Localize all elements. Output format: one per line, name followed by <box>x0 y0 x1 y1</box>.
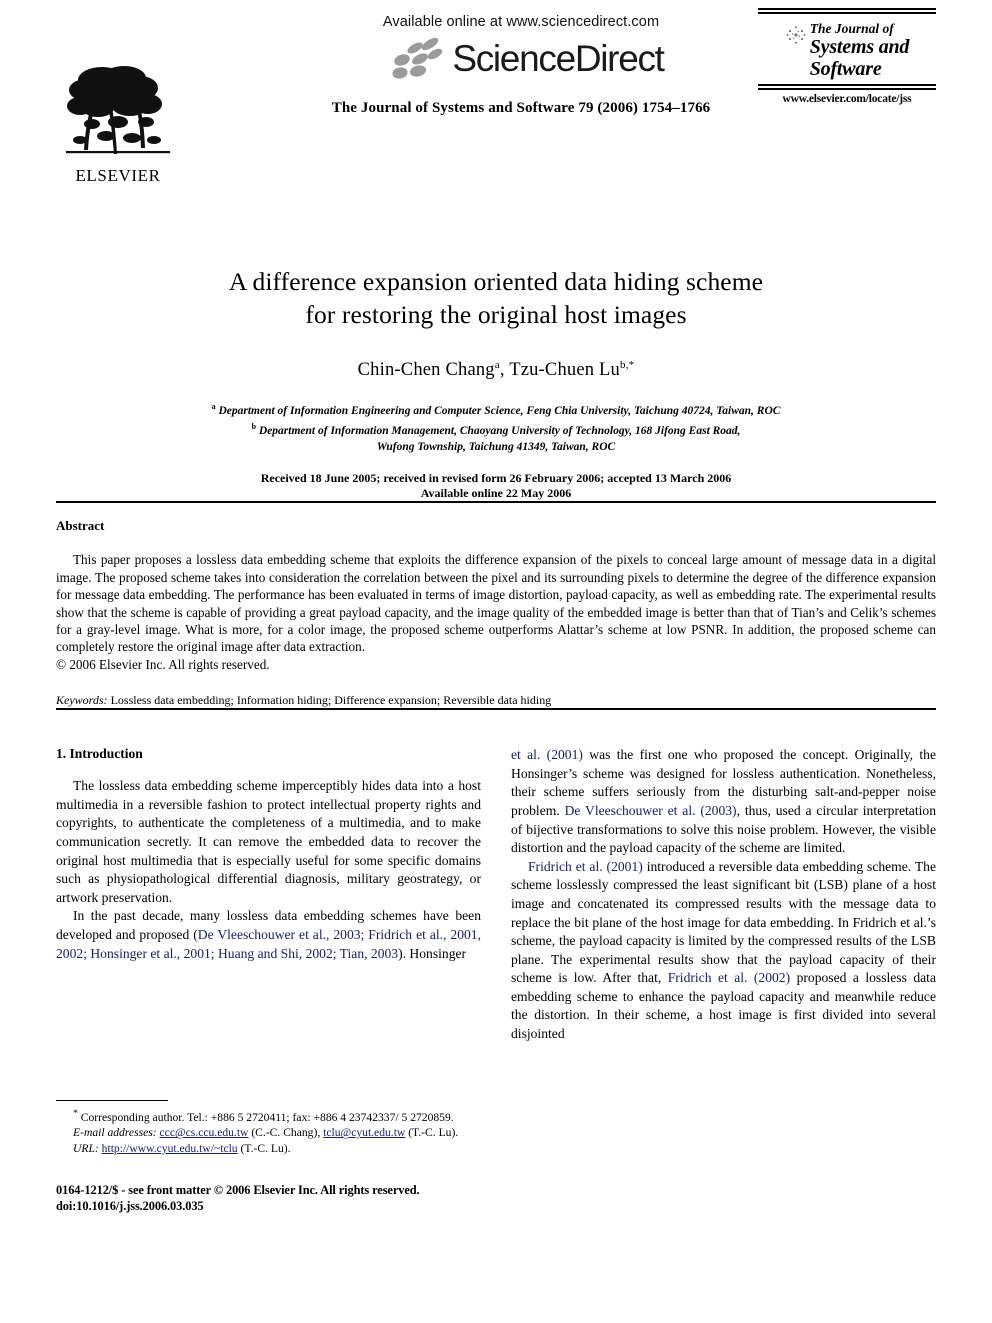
homepage-url-link[interactable]: http://www.cyut.edu.tw/~tclu <box>102 1142 238 1155</box>
left-column: 1. Introduction The lossless data embedd… <box>56 746 481 1214</box>
journal-citation: The Journal of Systems and Software 79 (… <box>331 100 711 116</box>
citation-link-fridrich-2001[interactable]: Fridrich et al. (2001) <box>528 859 643 874</box>
abstract-copyright: © 2006 Elsevier Inc. All rights reserved… <box>56 656 270 672</box>
affiliation-a-text: Department of Information Engineering an… <box>218 404 781 417</box>
keywords-bottom-rule <box>56 708 936 711</box>
email-1-owner: (C.-C. Chang), <box>248 1126 324 1140</box>
citation-link-honsinger-2001[interactable]: et al. (2001) <box>511 747 583 762</box>
sciencedirect-petals-icon <box>392 37 443 79</box>
journal-title-line2: Systems and <box>809 36 910 58</box>
affiliation-a-marker: a <box>211 402 216 412</box>
journal-masthead-box: The Journal of Systems and Software www.… <box>758 8 936 105</box>
title-block: A difference expansion oriented data hid… <box>56 213 936 501</box>
title-line-1: A difference expansion oriented data hid… <box>228 267 764 296</box>
email-link-2[interactable]: tclu@cyut.edu.tw <box>323 1126 405 1139</box>
citation-link-fridrich-2002[interactable]: Fridrich et al. (2002) <box>668 970 790 985</box>
affiliations: a Department of Information Engineering … <box>56 399 936 455</box>
intro-paragraph-2: In the past decade, many lossless data e… <box>56 907 481 963</box>
affiliation-b-marker: b <box>251 422 257 432</box>
email-2-owner: (T.-C. Lu). <box>405 1126 459 1140</box>
doi-line[interactable]: doi:10.1016/j.jss.2006.03.035 <box>56 1198 481 1214</box>
journal-globe-icon <box>786 26 806 44</box>
abstract-top-rule <box>56 501 936 504</box>
citation-link-devleeschouwer-2003[interactable]: De Vleeschouwer et al. (2003) <box>565 803 737 818</box>
sciencedirect-block: Available online at www.sciencedirect.co… <box>311 14 731 82</box>
footnote-emails: E-mail addresses: ccc@cs.ccu.edu.tw (C.-… <box>56 1125 481 1140</box>
affiliation-b: b Department of Information Management, … <box>56 419 936 439</box>
footnote-url: URL: http://www.cyut.edu.tw/~tclu (T.-C.… <box>56 1141 481 1156</box>
elsevier-tree-icon <box>66 66 170 154</box>
publication-dates: Received 18 June 2005; received in revis… <box>56 471 936 501</box>
dates-available-online: Available online 22 May 2006 <box>420 486 572 501</box>
footnote-corresponding-author: * Corresponding author. Tel.: +886 5 272… <box>56 1106 481 1125</box>
keywords-value: Lossless data embedding; Information hid… <box>110 693 552 708</box>
author-separator: , <box>499 360 510 381</box>
author-2-affiliation-marker: b,* <box>620 359 635 371</box>
page-title: A difference expansion oriented data hid… <box>56 265 936 331</box>
footnote-separator-rule <box>56 1100 168 1102</box>
abstract-heading: Abstract <box>56 518 105 534</box>
section-heading-introduction: 1. Introduction <box>56 746 143 762</box>
author-byline: Chin-Chen Changa, Tzu-Chuen Lub,* <box>56 359 936 381</box>
footnote-corresponding-text: Corresponding author. Tel.: +886 5 27204… <box>80 1110 454 1124</box>
keywords-line: Keywords: Lossless data embedding; Infor… <box>56 692 936 708</box>
author-1-name: Chin-Chen Chang <box>357 360 495 381</box>
available-online-text: Available online at www.sciencedirect.co… <box>382 14 660 30</box>
journal-title-line1: The Journal of <box>809 21 894 36</box>
footnote-marker: * <box>73 1108 78 1120</box>
intro-paragraph-1: The lossless data embedding scheme imper… <box>56 778 481 905</box>
footnote-zone: * Corresponding author. Tel.: +886 5 272… <box>56 1100 481 1214</box>
masthead: ELSEVIER Available online at www.science… <box>56 0 936 213</box>
intro-paragraph-2-continued: et al. (2001) was the first one who prop… <box>511 746 936 858</box>
sciencedirect-wordmark: ScienceDirect <box>452 38 665 79</box>
affiliation-a: a Department of Information Engineering … <box>56 399 936 419</box>
affiliation-b-line2: Wufong Township, Taichung 41349, Taiwan,… <box>376 440 616 453</box>
issn-line: 0164-1212/$ - see front matter © 2006 El… <box>56 1183 420 1198</box>
dates-received: Received 18 June 2005; received in revis… <box>260 471 732 486</box>
affiliation-b-text-line1: Department of Information Management, Ch… <box>258 425 741 438</box>
footer-issn-doi: 0164-1212/$ - see front matter © 2006 El… <box>56 1182 481 1214</box>
author-2-name: Tzu-Chuen Lu <box>509 360 620 381</box>
url-label: URL: <box>73 1141 99 1155</box>
title-line-2: for restoring the original host images <box>305 300 687 329</box>
email-label: E-mail addresses: <box>73 1126 157 1140</box>
journal-title-line3: Software <box>809 58 882 80</box>
elsevier-wordmark: ELSEVIER <box>75 166 161 185</box>
keywords-label: Keywords: <box>56 693 108 708</box>
abstract-text: This paper proposes a lossless data embe… <box>56 552 936 655</box>
journal-url[interactable]: www.elsevier.com/locate/jss <box>758 90 936 105</box>
url-owner: (T.-C. Lu). <box>237 1141 291 1155</box>
right-column: et al. (2001) was the first one who prop… <box>511 746 936 1214</box>
elsevier-logo: ELSEVIER <box>62 62 174 186</box>
paper-page: ELSEVIER Available online at www.science… <box>0 0 992 1323</box>
email-link-1[interactable]: ccc@cs.ccu.edu.tw <box>160 1126 249 1139</box>
para2-post: ). Honsinger <box>398 945 467 961</box>
para4-mid-text: introduced a reversible data embedding s… <box>511 858 936 986</box>
body-columns: 1. Introduction The lossless data embedd… <box>56 746 936 1214</box>
intro-paragraph-3: Fridrich et al. (2001) introduced a reve… <box>511 858 936 1044</box>
